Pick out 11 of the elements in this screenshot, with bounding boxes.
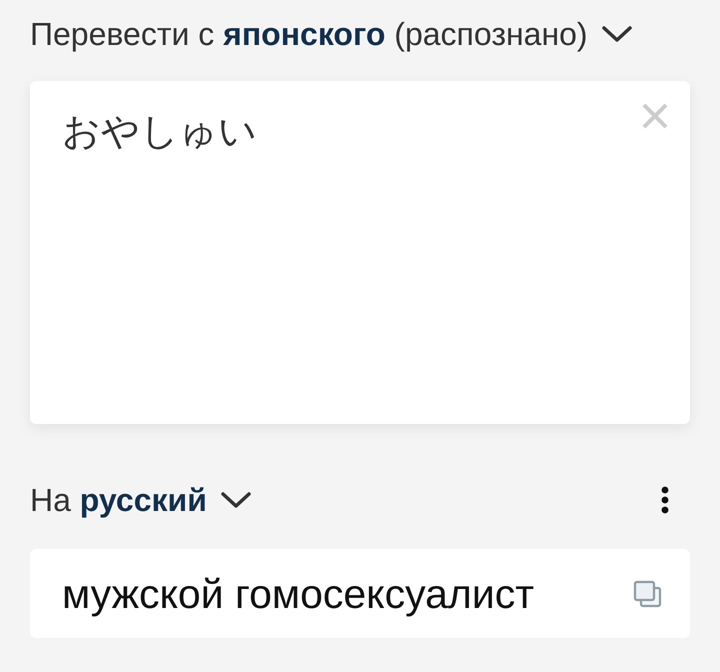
translation-text: мужской гомосексуалист [62, 570, 534, 618]
close-icon [642, 103, 668, 129]
more-vertical-icon [661, 486, 669, 514]
target-language-selector[interactable]: На русский [30, 480, 251, 520]
chevron-down-icon [220, 492, 251, 508]
copy-icon [633, 580, 662, 608]
clear-button[interactable] [642, 103, 668, 129]
chevron-down-icon [602, 26, 632, 42]
source-text-input[interactable]: おやしゅい [62, 109, 642, 155]
copy-button[interactable] [633, 580, 662, 608]
source-language-selector[interactable]: Перевести с японского (распознано) [30, 14, 632, 54]
